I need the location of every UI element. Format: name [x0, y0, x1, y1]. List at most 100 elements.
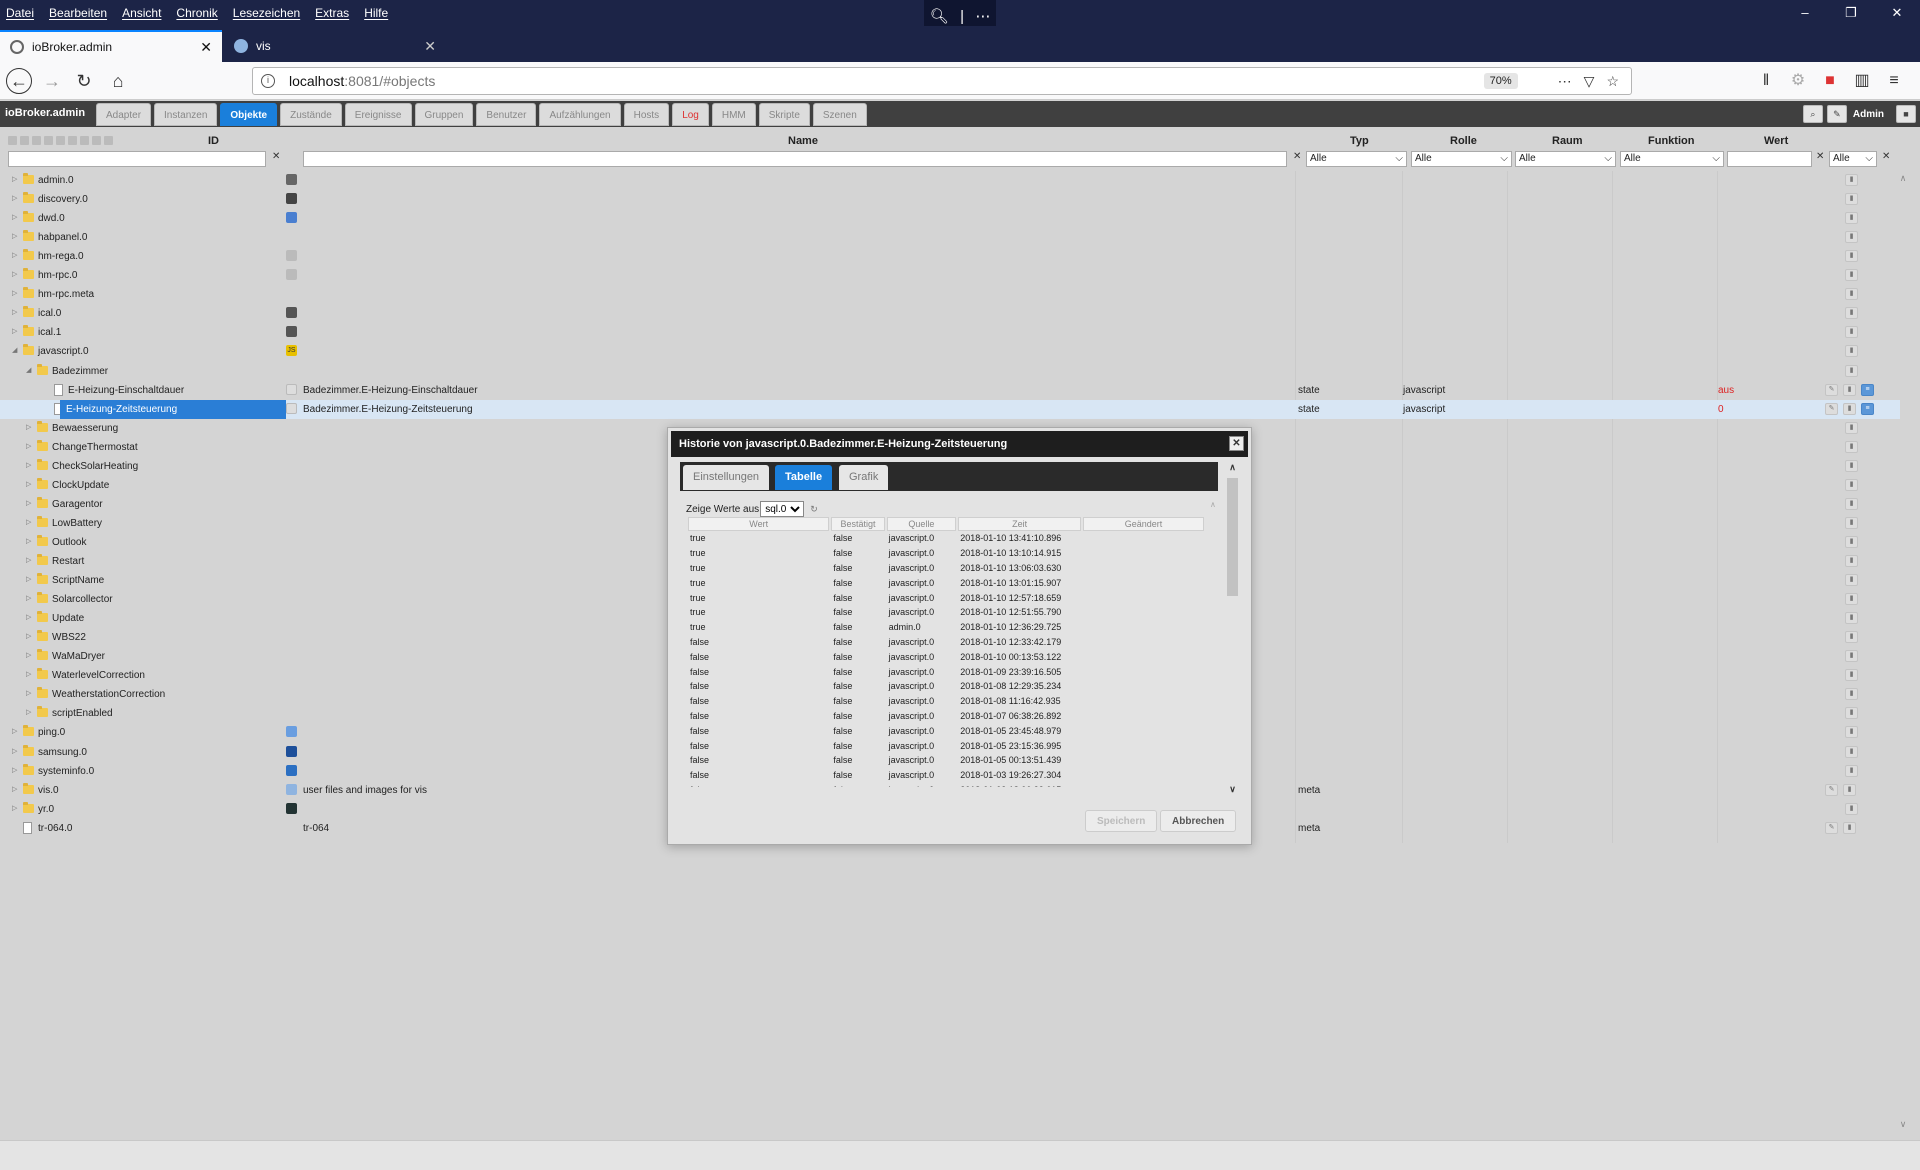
app-tab-2[interactable]: Objekte [220, 103, 278, 126]
edit-icon[interactable]: ✎ [1825, 383, 1838, 396]
history-column-header[interactable]: Geändert [1083, 517, 1204, 531]
column-role[interactable]: Rolle [1450, 135, 1477, 147]
column-value[interactable]: Wert [1764, 135, 1788, 147]
collapsed-caret-icon[interactable]: ▷ [26, 537, 31, 545]
edit-icon[interactable]: ✎ [1825, 783, 1838, 796]
scroll-up-icon[interactable]: ∧ [1896, 173, 1910, 184]
delete-icon[interactable]: ▮ [1845, 688, 1858, 701]
table-row[interactable]: false false javascript.0 2018-01-07 06:38:2… [688, 709, 1204, 724]
delete-icon[interactable]: ▮ [1845, 535, 1858, 548]
app-tab-3[interactable]: Zustände [280, 103, 342, 126]
page-actions-icon[interactable]: ⋯ [1558, 73, 1572, 90]
menu-item-2[interactable]: Ansicht [122, 6, 161, 20]
column-id[interactable]: ID [208, 135, 219, 147]
delete-icon[interactable]: ▮ [1845, 612, 1858, 625]
delete-icon[interactable]: ▮ [1845, 669, 1858, 682]
dialog-scrollbar[interactable]: ∧ ∨ [1226, 462, 1239, 797]
cancel-button[interactable]: Abbrechen [1160, 810, 1237, 832]
collapsed-caret-icon[interactable]: ▷ [12, 213, 17, 221]
bookmark-star-icon[interactable]: ☆ [1606, 73, 1619, 90]
tab-tabelle[interactable]: Tabelle [775, 465, 833, 490]
role-filter-select[interactable]: Alle ⌵ [1411, 151, 1512, 167]
expanded-caret-icon[interactable]: ◢ [12, 346, 17, 354]
tree-row[interactable]: ▷ dwd.0 ▮ [0, 209, 1900, 228]
sort-icon[interactable] [56, 136, 65, 145]
delete-icon[interactable]: ▮ [1845, 231, 1858, 244]
collapsed-caret-icon[interactable]: ▷ [12, 804, 17, 812]
table-row[interactable]: true false javascript.0 2018-01-10 13:06:03… [688, 561, 1204, 576]
collapsed-caret-icon[interactable]: ▷ [26, 689, 31, 697]
collapsed-caret-icon[interactable]: ▷ [12, 727, 17, 735]
clear-value-filter-icon[interactable]: ✕ [1816, 151, 1824, 162]
save-button[interactable]: Speichern [1085, 810, 1158, 832]
app-tab-8[interactable]: Hosts [623, 103, 670, 126]
table-row[interactable]: true false javascript.0 2018-01-10 13:10:14… [688, 546, 1204, 561]
collapsed-caret-icon[interactable]: ▷ [12, 766, 17, 774]
delete-icon[interactable]: ▮ [1845, 593, 1858, 606]
tree-row[interactable]: ▷ discovery.0 ▮ [0, 190, 1900, 209]
history-column-header[interactable]: Quelle [886, 517, 957, 531]
delete-icon[interactable]: ▮ [1845, 555, 1858, 567]
home-icon[interactable]: ⌂ [104, 68, 132, 94]
collapsed-caret-icon[interactable]: ▷ [26, 442, 31, 450]
delete-icon[interactable]: ▮ [1843, 383, 1856, 396]
collapsed-caret-icon[interactable]: ▷ [12, 327, 17, 335]
collapsed-caret-icon[interactable]: ▷ [12, 785, 17, 793]
zoom-icon[interactable]: 🔍︎ [930, 7, 949, 25]
tree-row[interactable]: ▷ hm-rpc.0 ▮ [0, 266, 1900, 285]
addon-red-icon[interactable]: ■ [1814, 68, 1846, 94]
column-function[interactable]: Funktion [1648, 135, 1694, 147]
delete-icon[interactable]: ▮ [1845, 440, 1858, 453]
tab-grafik[interactable]: Grafik [839, 465, 889, 490]
tree-row-value[interactable]: aus [1718, 385, 1734, 396]
search-icon[interactable]: ⌕ [1802, 105, 1823, 123]
tree-row[interactable]: ◢ Badezimmer ▮ [0, 362, 1900, 381]
more-icon[interactable]: ⋯ [975, 7, 990, 25]
logout-icon[interactable]: ■ [1896, 105, 1916, 123]
history-column-header[interactable]: Wert [688, 517, 830, 531]
collapsed-caret-icon[interactable]: ▷ [12, 308, 17, 316]
table-row[interactable]: true false javascript.0 2018-01-10 12:51:55… [688, 605, 1204, 620]
scroll-up-icon[interactable]: ∧ [1226, 462, 1239, 473]
delete-icon[interactable]: ▮ [1845, 516, 1858, 529]
delete-icon[interactable]: ▮ [1845, 288, 1858, 301]
app-tab-9[interactable]: Log [672, 103, 709, 126]
table-row[interactable]: true false javascript.0 2018-01-10 13:41:10… [688, 531, 1204, 546]
delete-icon[interactable]: ▮ [1843, 402, 1856, 415]
scroll-down-icon[interactable]: ∨ [1226, 784, 1239, 795]
tree-row[interactable]: E-Heizung-Einschaltdauer Badezimmer.E-Hei… [0, 381, 1900, 400]
selected-id-cell[interactable]: E-Heizung-Zeitsteuerung [60, 399, 286, 419]
table-row[interactable]: false false javascript.0 2018-01-05 23:45:4… [688, 723, 1204, 738]
user-name[interactable]: Admin [1853, 109, 1884, 120]
menu-item-5[interactable]: Extras [315, 6, 349, 20]
type-filter-select[interactable]: Alle ⌵ [1306, 151, 1407, 167]
app-tab-4[interactable]: Ereignisse [344, 103, 412, 126]
clear-id-filter-icon[interactable]: ✕ [272, 151, 280, 162]
collapsed-caret-icon[interactable]: ▷ [26, 518, 31, 526]
history-icon[interactable]: ≡ [1861, 383, 1874, 396]
delete-icon[interactable]: ▮ [1845, 726, 1858, 739]
tree-row[interactable]: E-Heizung-Zeitsteuerung Badezimmer.E-Heiz… [0, 399, 1900, 419]
id-filter-input[interactable] [8, 151, 266, 167]
menu-item-1[interactable]: Bearbeiten [49, 6, 107, 20]
page-scrollbar[interactable]: ∧ ∨ [1896, 171, 1910, 1131]
table-row[interactable]: true false javascript.0 2018-01-10 12:57:18… [688, 590, 1204, 605]
collapsed-caret-icon[interactable]: ▷ [26, 632, 31, 640]
clear-name-filter-icon[interactable]: ✕ [1293, 151, 1301, 162]
collapsed-caret-icon[interactable]: ▷ [26, 575, 31, 583]
table-row[interactable]: true false javascript.0 2018-01-10 13:01:15… [688, 575, 1204, 590]
delete-icon[interactable]: ▮ [1845, 745, 1858, 758]
close-tab-icon[interactable]: ✕ [424, 38, 436, 55]
delete-icon[interactable]: ▮ [1845, 174, 1858, 186]
tree-row[interactable]: ▷ admin.0 ▮ [0, 171, 1900, 190]
collapsed-caret-icon[interactable]: ▷ [12, 194, 17, 202]
delete-icon[interactable]: ▮ [1845, 631, 1858, 644]
close-icon[interactable]: ✕ [1229, 436, 1244, 451]
expanded-caret-icon[interactable]: ◢ [26, 366, 31, 374]
tree-row[interactable]: ◢ javascript.0 JS ▮ [0, 342, 1900, 361]
collapsed-caret-icon[interactable]: ▷ [26, 613, 31, 621]
app-tab-1[interactable]: Instanzen [154, 103, 218, 126]
table-row[interactable]: false false javascript.0 2018-01-09 23:39:1… [688, 664, 1204, 679]
tree-row[interactable]: ▷ ical.0 ▮ [0, 304, 1900, 323]
table-scroll-up-icon[interactable]: ∧ [1210, 500, 1216, 509]
